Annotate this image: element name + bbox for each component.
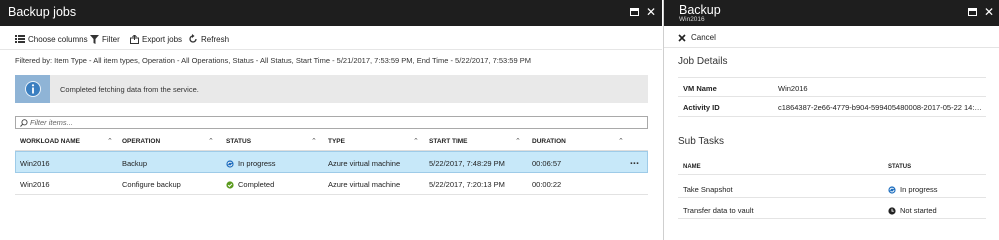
choose-columns-label: Choose columns bbox=[28, 34, 88, 44]
cancel-label: Cancel bbox=[691, 33, 716, 42]
completed-check-icon bbox=[226, 181, 234, 189]
refresh-label: Refresh bbox=[201, 34, 230, 44]
sub-tasks-header: NAME STATUS bbox=[678, 157, 986, 175]
sub-col-name: NAME bbox=[683, 164, 701, 170]
table-row[interactable]: Win2016 Configure backup Completed Azure… bbox=[15, 173, 648, 195]
sort-status-icon[interactable]: ⌃ bbox=[311, 137, 317, 145]
sort-duration-icon[interactable]: ⌃ bbox=[618, 137, 624, 145]
col-workload-name[interactable]: WORKLOAD NAME bbox=[20, 138, 80, 145]
jobs-toolbar: Choose columns Filter Export jobs Refres… bbox=[0, 28, 662, 50]
more-options-icon[interactable]: ... bbox=[630, 155, 639, 167]
sub-task-name: Take Snapshot bbox=[683, 185, 733, 194]
cell-duration: 00:00:22 bbox=[532, 180, 562, 189]
maximize-icon[interactable] bbox=[627, 5, 641, 19]
filter-items-input[interactable] bbox=[30, 117, 640, 128]
backup-detail-blade: Backup Win2016 ✕ Cancel Job Details VM N… bbox=[663, 0, 999, 240]
columns-icon bbox=[15, 35, 25, 43]
sort-start-time-icon[interactable]: ⌃ bbox=[515, 137, 521, 145]
grid-header: WORKLOAD NAME ⌃ OPERATION ⌃ STATUS ⌃ TYP… bbox=[15, 134, 648, 151]
cell-workload: Win2016 bbox=[20, 180, 50, 189]
jobs-blade-title: Backup jobs bbox=[8, 5, 77, 19]
cell-start-time: 5/22/2017, 7:20:13 PM bbox=[429, 180, 505, 189]
cell-operation: Backup bbox=[122, 159, 148, 168]
detail-value: c1864387-2e66-4779-b904-599405480008-201… bbox=[778, 103, 983, 112]
sub-task-status-text: In progress bbox=[900, 185, 938, 194]
table-row[interactable]: Win2016 Backup In progress Azure virtual… bbox=[15, 151, 648, 173]
sub-task-status-text: Not started bbox=[900, 206, 937, 215]
in-progress-icon bbox=[888, 186, 896, 194]
detail-row-vm-name: VM Name Win2016 bbox=[678, 77, 986, 97]
cancel-x-icon bbox=[678, 33, 686, 42]
cell-operation: Configure backup bbox=[122, 180, 181, 189]
cell-duration: 00:06:57 bbox=[532, 159, 562, 168]
filter-label: Filter bbox=[102, 34, 120, 44]
close-icon[interactable]: ✕ bbox=[982, 5, 996, 19]
refresh-icon bbox=[189, 34, 197, 43]
info-banner: Completed fetching data from the service… bbox=[15, 75, 648, 103]
refresh-button[interactable]: Refresh bbox=[188, 33, 229, 45]
cell-type: Azure virtual machine bbox=[328, 159, 401, 168]
cell-status: Completed bbox=[226, 180, 274, 189]
cell-status-text: Completed bbox=[238, 180, 275, 189]
cell-workload: Win2016 bbox=[20, 159, 50, 168]
sort-operation-icon[interactable]: ⌃ bbox=[208, 137, 214, 145]
info-message: Completed fetching data from the service… bbox=[60, 85, 199, 94]
detail-titlebar: Backup Win2016 ✕ bbox=[664, 0, 999, 26]
filter-button[interactable]: Filter bbox=[90, 33, 120, 45]
maximize-icon[interactable] bbox=[965, 5, 979, 19]
detail-key: Activity ID bbox=[683, 103, 720, 112]
choose-columns-button[interactable]: Choose columns bbox=[15, 33, 88, 45]
sub-task-status: In progress bbox=[888, 185, 938, 194]
detail-blade-title: Backup bbox=[679, 3, 721, 17]
cell-status: In progress bbox=[226, 159, 276, 168]
detail-row-activity-id: Activity ID c1864387-2e66-4779-b904-5994… bbox=[678, 97, 986, 117]
in-progress-icon bbox=[226, 160, 234, 168]
sub-col-status: STATUS bbox=[888, 164, 912, 170]
backup-jobs-blade: Backup jobs ✕ Choose columns Filter Expo… bbox=[0, 0, 662, 240]
detail-blade-subtitle: Win2016 bbox=[679, 16, 705, 23]
cell-type: Azure virtual machine bbox=[328, 180, 401, 189]
col-start-time[interactable]: START TIME bbox=[429, 138, 468, 145]
detail-key: VM Name bbox=[683, 84, 717, 93]
sub-task-row: Take Snapshot In progress bbox=[678, 179, 986, 198]
not-started-clock-icon bbox=[888, 207, 896, 215]
sub-task-row: Transfer data to vault Not started bbox=[678, 200, 986, 219]
filter-summary: Filtered by: Item Type - All item types,… bbox=[15, 56, 531, 65]
cell-start-time: 5/22/2017, 7:48:29 PM bbox=[429, 159, 505, 168]
close-icon[interactable]: ✕ bbox=[644, 5, 658, 19]
col-operation[interactable]: OPERATION bbox=[122, 138, 160, 145]
detail-value: Win2016 bbox=[778, 84, 808, 93]
export-jobs-label: Export jobs bbox=[142, 34, 183, 44]
info-icon bbox=[25, 81, 41, 97]
sub-task-status: Not started bbox=[888, 206, 937, 215]
sort-type-icon[interactable]: ⌃ bbox=[413, 137, 419, 145]
jobs-titlebar: Backup jobs ✕ bbox=[0, 0, 662, 26]
funnel-icon bbox=[90, 34, 99, 44]
filter-items-box bbox=[15, 116, 648, 129]
sub-tasks-title: Sub Tasks bbox=[678, 136, 724, 147]
info-banner-side bbox=[15, 75, 50, 103]
export-icon bbox=[130, 34, 139, 44]
jobs-grid: WORKLOAD NAME ⌃ OPERATION ⌃ STATUS ⌃ TYP… bbox=[15, 134, 648, 195]
col-duration[interactable]: DURATION bbox=[532, 138, 566, 145]
cell-status-text: In progress bbox=[238, 159, 276, 168]
cancel-button[interactable]: Cancel bbox=[678, 33, 716, 42]
sort-workload-icon[interactable]: ⌃ bbox=[107, 137, 113, 145]
col-status[interactable]: STATUS bbox=[226, 138, 251, 145]
search-icon bbox=[20, 119, 28, 127]
col-type[interactable]: TYPE bbox=[328, 138, 345, 145]
sub-task-name: Transfer data to vault bbox=[683, 206, 754, 215]
job-details-title: Job Details bbox=[678, 56, 728, 67]
toolbar-divider bbox=[664, 47, 999, 48]
export-jobs-button[interactable]: Export jobs bbox=[130, 33, 182, 45]
